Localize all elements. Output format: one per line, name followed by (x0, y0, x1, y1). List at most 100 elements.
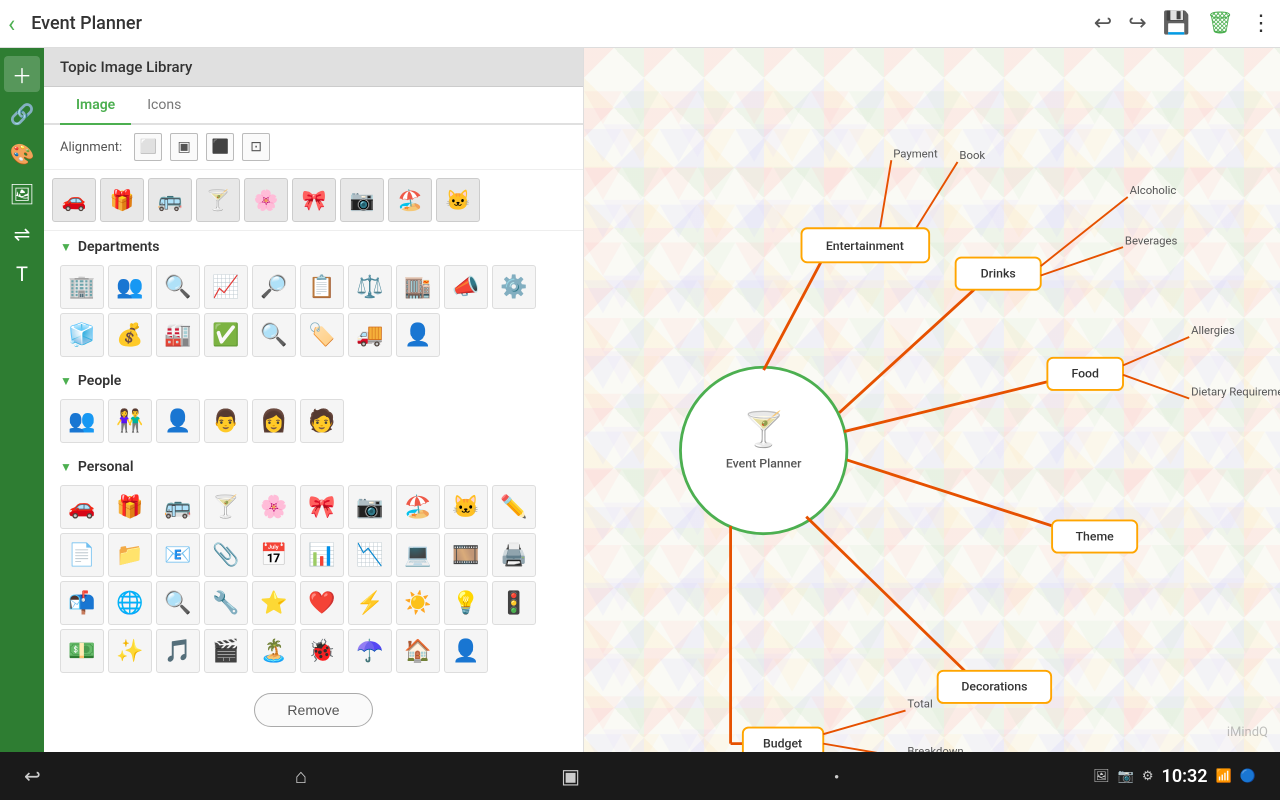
dept-icon-3[interactable]: 🔍 (156, 265, 200, 309)
link-button[interactable]: 🔗 (4, 96, 40, 132)
people-icon-6[interactable]: 🧑 (300, 399, 344, 443)
personal-icon-31[interactable]: 💵 (60, 629, 104, 673)
personal-icon-21[interactable]: 📬 (60, 581, 104, 625)
personal-icon-16[interactable]: 📊 (300, 533, 344, 577)
dept-icon-1[interactable]: 🏢 (60, 265, 104, 309)
personal-icon-1[interactable]: 🚗 (60, 485, 104, 529)
people-header[interactable]: ▼ People (52, 365, 575, 395)
people-icon-5[interactable]: 👩 (252, 399, 296, 443)
personal-header[interactable]: ▼ Personal (52, 451, 575, 481)
add-button[interactable]: ＋ (4, 56, 40, 92)
people-icon-3[interactable]: 👤 (156, 399, 200, 443)
dept-icon-5[interactable]: 🔎 (252, 265, 296, 309)
personal-icon-18[interactable]: 💻 (396, 533, 440, 577)
connect-button[interactable]: ⇌ (4, 216, 40, 252)
thumb-4[interactable]: 🍸 (196, 178, 240, 222)
dept-icon-18[interactable]: 👤 (396, 313, 440, 357)
dept-icon-10[interactable]: ⚙️ (492, 265, 536, 309)
tab-image[interactable]: Image (60, 87, 131, 125)
personal-icon-19[interactable]: 🎞️ (444, 533, 488, 577)
redo-button[interactable]: ↪ (1128, 11, 1146, 36)
recent-nav-button[interactable]: ▣ (561, 764, 580, 788)
align-right-button[interactable]: ⬛ (206, 133, 234, 161)
personal-icon-20[interactable]: 🖨️ (492, 533, 536, 577)
people-icon-4[interactable]: 👨 (204, 399, 248, 443)
dept-icon-2[interactable]: 👥 (108, 265, 152, 309)
personal-icon-37[interactable]: ☂️ (348, 629, 392, 673)
personal-icon-25[interactable]: ⭐ (252, 581, 296, 625)
people-icon-2[interactable]: 👫 (108, 399, 152, 443)
personal-icon-14[interactable]: 📎 (204, 533, 248, 577)
thumb-3[interactable]: 🚌 (148, 178, 192, 222)
personal-icon-8[interactable]: 🏖️ (396, 485, 440, 529)
personal-icon-23[interactable]: 🔍 (156, 581, 200, 625)
thumb-8[interactable]: 🏖️ (388, 178, 432, 222)
dept-icon-15[interactable]: 🔍 (252, 313, 296, 357)
personal-icon-9[interactable]: 🐱 (444, 485, 488, 529)
personal-icon-12[interactable]: 📁 (108, 533, 152, 577)
align-justify-button[interactable]: ⊡ (242, 133, 270, 161)
personal-icon-10[interactable]: ✏️ (492, 485, 536, 529)
personal-icon-33[interactable]: 🎵 (156, 629, 200, 673)
delete-button[interactable]: 🗑 (1206, 11, 1234, 36)
dept-icon-14[interactable]: ✅ (204, 313, 248, 357)
dept-icon-7[interactable]: ⚖️ (348, 265, 392, 309)
thumb-1[interactable]: 🚗 (52, 178, 96, 222)
personal-icon-22[interactable]: 🌐 (108, 581, 152, 625)
personal-icon-34[interactable]: 🎬 (204, 629, 248, 673)
tab-icons[interactable]: Icons (131, 87, 197, 125)
thumb-2[interactable]: 🎁 (100, 178, 144, 222)
back-nav-button[interactable]: ↩ (24, 764, 41, 788)
dept-icon-9[interactable]: 📣 (444, 265, 488, 309)
personal-icon-29[interactable]: 💡 (444, 581, 488, 625)
dept-icon-16[interactable]: 🏷️ (300, 313, 344, 357)
personal-icon-5[interactable]: 🌸 (252, 485, 296, 529)
personal-icon-36[interactable]: 🐞 (300, 629, 344, 673)
align-center-button[interactable]: ▣ (170, 133, 198, 161)
thumb-7[interactable]: 📷 (340, 178, 384, 222)
back-button[interactable]: ‹ (8, 10, 15, 38)
dept-icon-8[interactable]: 🏬 (396, 265, 440, 309)
personal-icon-11[interactable]: 📄 (60, 533, 104, 577)
save-button[interactable]: 💾 (1163, 11, 1190, 36)
thumb-9[interactable]: 🐱 (436, 178, 480, 222)
dept-icon-11[interactable]: 🧊 (60, 313, 104, 357)
home-nav-button[interactable]: ⌂ (295, 764, 307, 789)
personal-icon-13[interactable]: 📧 (156, 533, 200, 577)
personal-icon-27[interactable]: ⚡ (348, 581, 392, 625)
personal-icon-6[interactable]: 🎀 (300, 485, 344, 529)
align-left-button[interactable]: ⬜ (134, 133, 162, 161)
personal-icon-17[interactable]: 📉 (348, 533, 392, 577)
thumbnail-scroll[interactable]: 🚗 🎁 🚌 🍸 🌸 🎀 📷 🏖️ 🐱 (44, 170, 583, 231)
personal-icon-28[interactable]: ☀️ (396, 581, 440, 625)
personal-icon-30[interactable]: 🚦 (492, 581, 536, 625)
style-button[interactable]: 🎨 (4, 136, 40, 172)
text-button[interactable]: T (4, 256, 40, 292)
dept-icon-12[interactable]: 💰 (108, 313, 152, 357)
dept-icon-17[interactable]: 🚚 (348, 313, 392, 357)
dept-icon-13[interactable]: 🏭 (156, 313, 200, 357)
personal-icon-35[interactable]: 🏝️ (252, 629, 296, 673)
undo-button[interactable]: ↩ (1094, 11, 1112, 36)
svg-text:Beverages: Beverages (1125, 233, 1178, 247)
departments-header[interactable]: ▼ Departments (52, 231, 575, 261)
canvas-area[interactable]: 🍸 Event Planner Payment Book Entertainme… (584, 48, 1280, 800)
personal-icon-26[interactable]: ❤️ (300, 581, 344, 625)
personal-icon-3[interactable]: 🚌 (156, 485, 200, 529)
personal-icon-2[interactable]: 🎁 (108, 485, 152, 529)
people-icon-1[interactable]: 👥 (60, 399, 104, 443)
personal-icon-32[interactable]: ✨ (108, 629, 152, 673)
image-button[interactable]: 🖼 (4, 176, 40, 212)
dept-icon-6[interactable]: 📋 (300, 265, 344, 309)
personal-icon-7[interactable]: 📷 (348, 485, 392, 529)
personal-icon-15[interactable]: 📅 (252, 533, 296, 577)
thumb-5[interactable]: 🌸 (244, 178, 288, 222)
personal-icon-24[interactable]: 🔧 (204, 581, 248, 625)
remove-button[interactable]: Remove (254, 693, 372, 727)
personal-icon-4[interactable]: 🍸 (204, 485, 248, 529)
more-button[interactable]: ⋮ (1250, 11, 1272, 36)
dept-icon-4[interactable]: 📈 (204, 265, 248, 309)
personal-icon-39[interactable]: 👤 (444, 629, 488, 673)
personal-icon-38[interactable]: 🏠 (396, 629, 440, 673)
thumb-6[interactable]: 🎀 (292, 178, 336, 222)
